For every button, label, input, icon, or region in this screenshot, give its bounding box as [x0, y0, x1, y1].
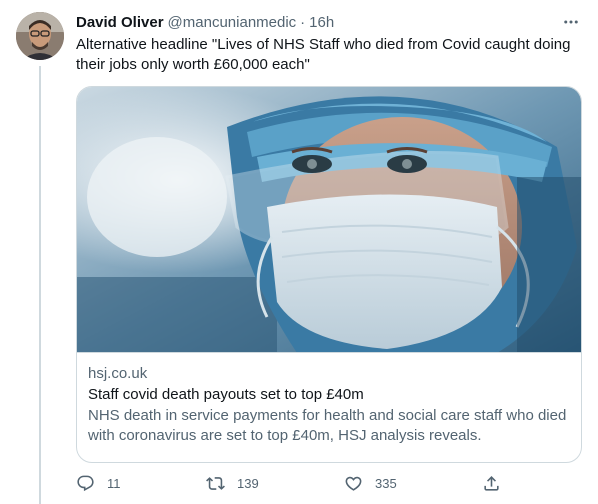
like-button[interactable]: 335	[344, 471, 397, 495]
retweet-icon	[206, 476, 225, 490]
card-domain: hsj.co.uk	[88, 365, 148, 382]
retweet-count: 139	[237, 475, 259, 491]
like-icon	[345, 476, 362, 491]
card-description: NHS death in service payments for health…	[88, 407, 567, 444]
avatar-image	[16, 12, 64, 60]
retweet-button[interactable]: 139	[206, 471, 259, 495]
card-title: Staff covid death payouts set to top £40…	[88, 386, 364, 403]
like-count: 335	[375, 475, 397, 491]
author-name[interactable]: David Oliver	[76, 14, 164, 31]
thread-line	[39, 66, 41, 504]
surgeon-photo	[77, 87, 581, 352]
reply-icon	[77, 475, 94, 491]
tweet-timestamp[interactable]: 16h	[309, 14, 334, 31]
card-image[interactable]	[77, 87, 581, 353]
separator-dot: ·	[300, 13, 306, 31]
avatar[interactable]	[16, 12, 64, 60]
tweet-text: Alternative headline "Lives of NHS Staff…	[76, 36, 571, 73]
share-icon	[484, 475, 499, 491]
card-body: hsj.co.uk Staff covid death payouts set …	[88, 364, 570, 446]
action-bar: 11 139 335	[76, 471, 506, 495]
reply-count: 11	[107, 475, 121, 491]
tweet-header: David Oliver @mancunianmedic · 16h	[76, 12, 582, 32]
link-card[interactable]: hsj.co.uk Staff covid death payouts set …	[76, 86, 582, 463]
more-icon[interactable]	[560, 12, 582, 32]
share-button[interactable]	[482, 471, 501, 495]
author-handle[interactable]: @mancunianmedic	[168, 14, 297, 31]
reply-button[interactable]: 11	[76, 471, 121, 495]
